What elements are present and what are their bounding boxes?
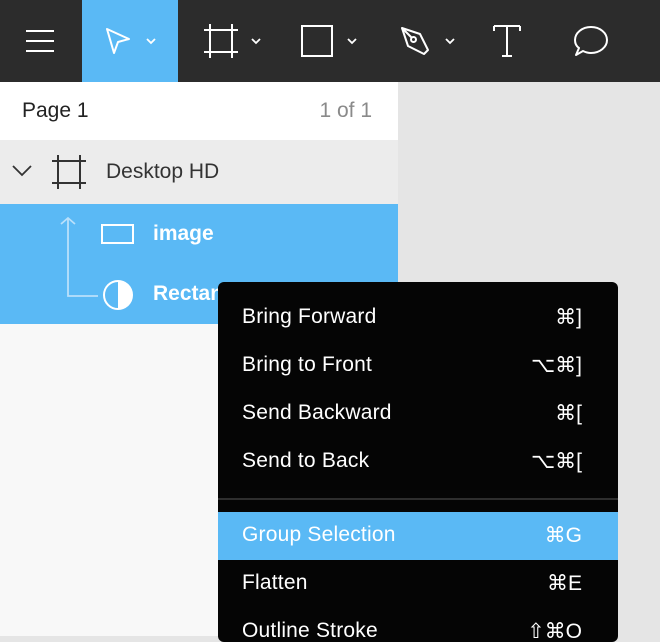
menu-item-outline-stroke[interactable]: Outline Stroke ⇧⌘O [218, 608, 618, 642]
menu-item-shortcut: ⌘] [555, 306, 582, 329]
context-menu: Bring Forward ⌘] Bring to Front ⌥⌘] Send… [218, 282, 618, 642]
menu-item-send-to-back[interactable]: Send to Back ⌥⌘[ [218, 438, 618, 486]
chevron-down-icon[interactable] [444, 37, 456, 45]
menu-item-label: Send to Back [242, 449, 370, 472]
menu-item-shortcut: ⇧⌘O [527, 620, 582, 642]
frame-tool-button[interactable] [192, 0, 274, 82]
menu-item-shortcut: ⌘[ [555, 402, 582, 425]
menu-separator [218, 498, 618, 500]
rectangle-icon [101, 223, 135, 250]
comment-tool-icon [573, 24, 609, 58]
frame-tool-icon [204, 24, 238, 58]
chevron-down-icon[interactable] [250, 37, 262, 45]
menu-item-group-selection[interactable]: Group Selection ⌘G [218, 512, 618, 560]
toolbar [0, 0, 660, 82]
page-selector[interactable]: Page 1 1 of 1 [0, 82, 398, 140]
comment-tool-button[interactable] [556, 0, 626, 82]
pen-tool-button[interactable] [386, 0, 468, 82]
menu-item-label: Outline Stroke [242, 619, 378, 642]
menu-item-label: Group Selection [242, 523, 396, 546]
move-tool-button[interactable] [82, 0, 178, 82]
menu-item-flatten[interactable]: Flatten ⌘E [218, 560, 618, 608]
rectangle-tool-icon [300, 24, 334, 58]
menu-item-label: Bring Forward [242, 305, 377, 328]
layer-row-frame[interactable]: Desktop HD [0, 140, 398, 204]
menu-item-bring-forward[interactable]: Bring Forward ⌘] [218, 294, 618, 342]
frame-icon [52, 155, 86, 194]
page-count: 1 of 1 [319, 99, 372, 122]
menu-item-label: Send Backward [242, 401, 392, 424]
menu-item-shortcut: ⌘G [544, 524, 582, 547]
mask-circle-icon [101, 278, 135, 317]
page-title: Page 1 [22, 99, 89, 122]
layer-label-image: image [153, 222, 214, 245]
menu-item-shortcut: ⌘E [546, 572, 582, 595]
menu-item-label: Bring to Front [242, 353, 373, 376]
chevron-down-icon[interactable] [11, 164, 33, 183]
move-tool-icon [103, 26, 133, 56]
layer-label-frame: Desktop HD [106, 160, 220, 183]
chevron-down-icon[interactable] [346, 37, 358, 45]
menu-icon [26, 29, 56, 53]
layer-label-rectangle: Rectan [153, 282, 224, 305]
pen-tool-icon [398, 24, 432, 58]
menu-item-bring-to-front[interactable]: Bring to Front ⌥⌘] [218, 342, 618, 390]
menu-item-send-backward[interactable]: Send Backward ⌘[ [218, 390, 618, 438]
menu-item-label: Flatten [242, 571, 308, 594]
layer-row-image[interactable]: image [0, 204, 398, 264]
text-tool-button[interactable] [472, 0, 542, 82]
menu-item-shortcut: ⌥⌘] [530, 354, 582, 377]
chevron-down-icon[interactable] [145, 37, 157, 45]
main-menu-button[interactable] [0, 0, 82, 82]
rectangle-tool-button[interactable] [288, 0, 370, 82]
text-tool-icon [492, 24, 522, 58]
menu-item-shortcut: ⌥⌘[ [530, 450, 582, 473]
